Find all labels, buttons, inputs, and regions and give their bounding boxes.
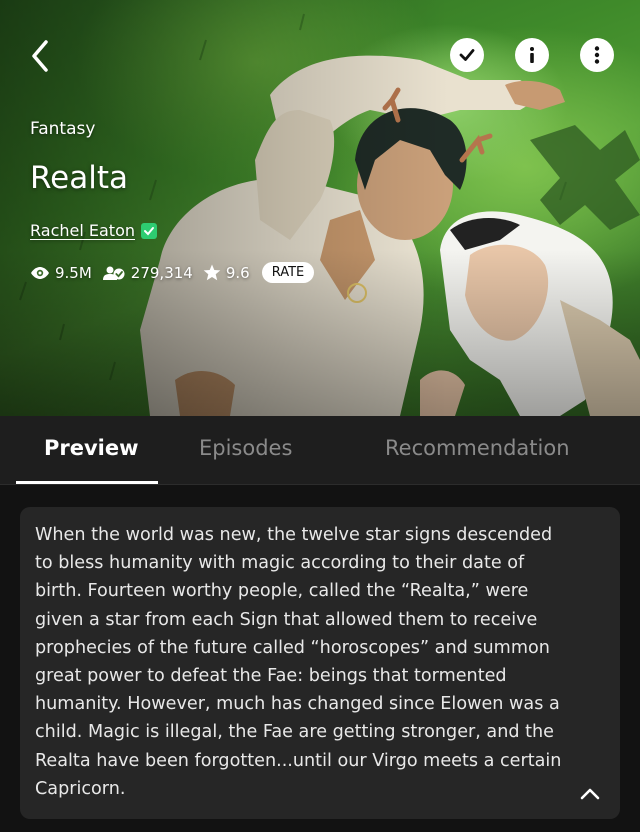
tab-recommendation[interactable]: Recommendation — [385, 436, 570, 460]
tab-episodes[interactable]: Episodes — [199, 436, 292, 460]
hero-banner: Fantasy Realta Rachel Eaton 9.5M 279,314 — [0, 0, 640, 416]
synopsis-text: When the world was new, the twelve star … — [35, 525, 562, 799]
genre-label: Fantasy — [30, 119, 96, 139]
subscribers-icon — [102, 266, 125, 280]
views-count: 9.5M — [55, 263, 92, 282]
collapse-button[interactable] — [578, 785, 602, 803]
info-button[interactable] — [515, 38, 549, 72]
chevron-up-icon — [580, 788, 600, 800]
rate-button[interactable]: RATE — [261, 262, 315, 283]
tab-bar: Preview Episodes Recommendation — [0, 416, 640, 485]
synopsis-card: When the world was new, the twelve star … — [20, 507, 620, 819]
subscribers-count: 279,314 — [130, 263, 193, 282]
subscribers-stat: 279,314 — [102, 264, 193, 282]
info-icon — [530, 47, 534, 63]
check-icon — [459, 49, 475, 61]
back-button[interactable] — [22, 36, 58, 76]
star-icon — [203, 264, 221, 281]
more-vertical-icon — [594, 46, 600, 64]
chevron-left-icon — [32, 40, 48, 72]
rating-value: 9.6 — [225, 263, 250, 282]
tab-preview[interactable]: Preview — [44, 436, 139, 460]
subscribe-button[interactable] — [450, 38, 484, 72]
active-tab-indicator — [16, 481, 158, 484]
author-row: Rachel Eaton — [30, 221, 157, 240]
more-options-button[interactable] — [580, 38, 614, 72]
stats-row: 9.5M 279,314 9.6 RATE — [30, 262, 315, 283]
author-link[interactable]: Rachel Eaton — [30, 221, 135, 240]
series-title: Realta — [30, 160, 128, 196]
rating-stat: 9.6 — [203, 264, 250, 282]
views-stat: 9.5M — [30, 264, 92, 282]
eye-icon — [31, 266, 49, 279]
verified-badge-icon — [141, 222, 157, 239]
